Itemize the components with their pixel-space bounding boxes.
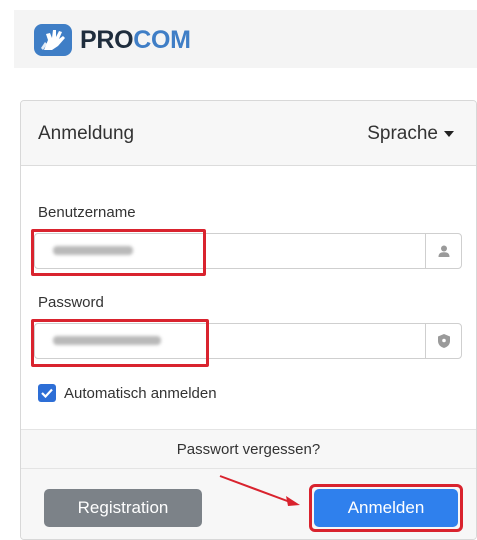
sign-language-icon — [34, 24, 72, 56]
language-label: Sprache — [367, 123, 438, 144]
remember-me-row[interactable]: Automatisch anmelden — [38, 384, 217, 402]
card-title: Anmeldung — [38, 123, 135, 144]
annotation-arrow-icon — [219, 475, 300, 506]
brand-name: PROCOM — [80, 26, 191, 55]
remember-me-checkbox[interactable] — [38, 384, 56, 402]
remember-me-label: Automatisch anmelden — [64, 384, 217, 402]
header-bar: PROCOM — [14, 10, 477, 68]
shield-icon — [425, 324, 461, 358]
login-annotation-box — [309, 484, 463, 532]
brand-name-part2: COM — [133, 25, 191, 54]
check-icon — [41, 388, 53, 398]
language-dropdown[interactable]: Sprache — [367, 123, 454, 145]
card-header: Anmeldung Sprache — [21, 101, 476, 166]
user-icon — [425, 234, 461, 268]
password-annotation-box — [31, 319, 209, 367]
registration-button[interactable]: Registration — [44, 489, 202, 527]
brand-name-part1: PRO — [80, 25, 134, 54]
username-annotation-box — [31, 229, 206, 276]
forgot-password-link[interactable]: Passwort vergessen? — [177, 441, 320, 458]
password-label: Password — [38, 294, 104, 311]
caret-down-icon — [444, 131, 454, 137]
forgot-password-bar: Passwort vergessen? — [21, 429, 476, 469]
procom-logo: PROCOM — [34, 24, 191, 56]
username-label: Benutzername — [38, 204, 136, 221]
